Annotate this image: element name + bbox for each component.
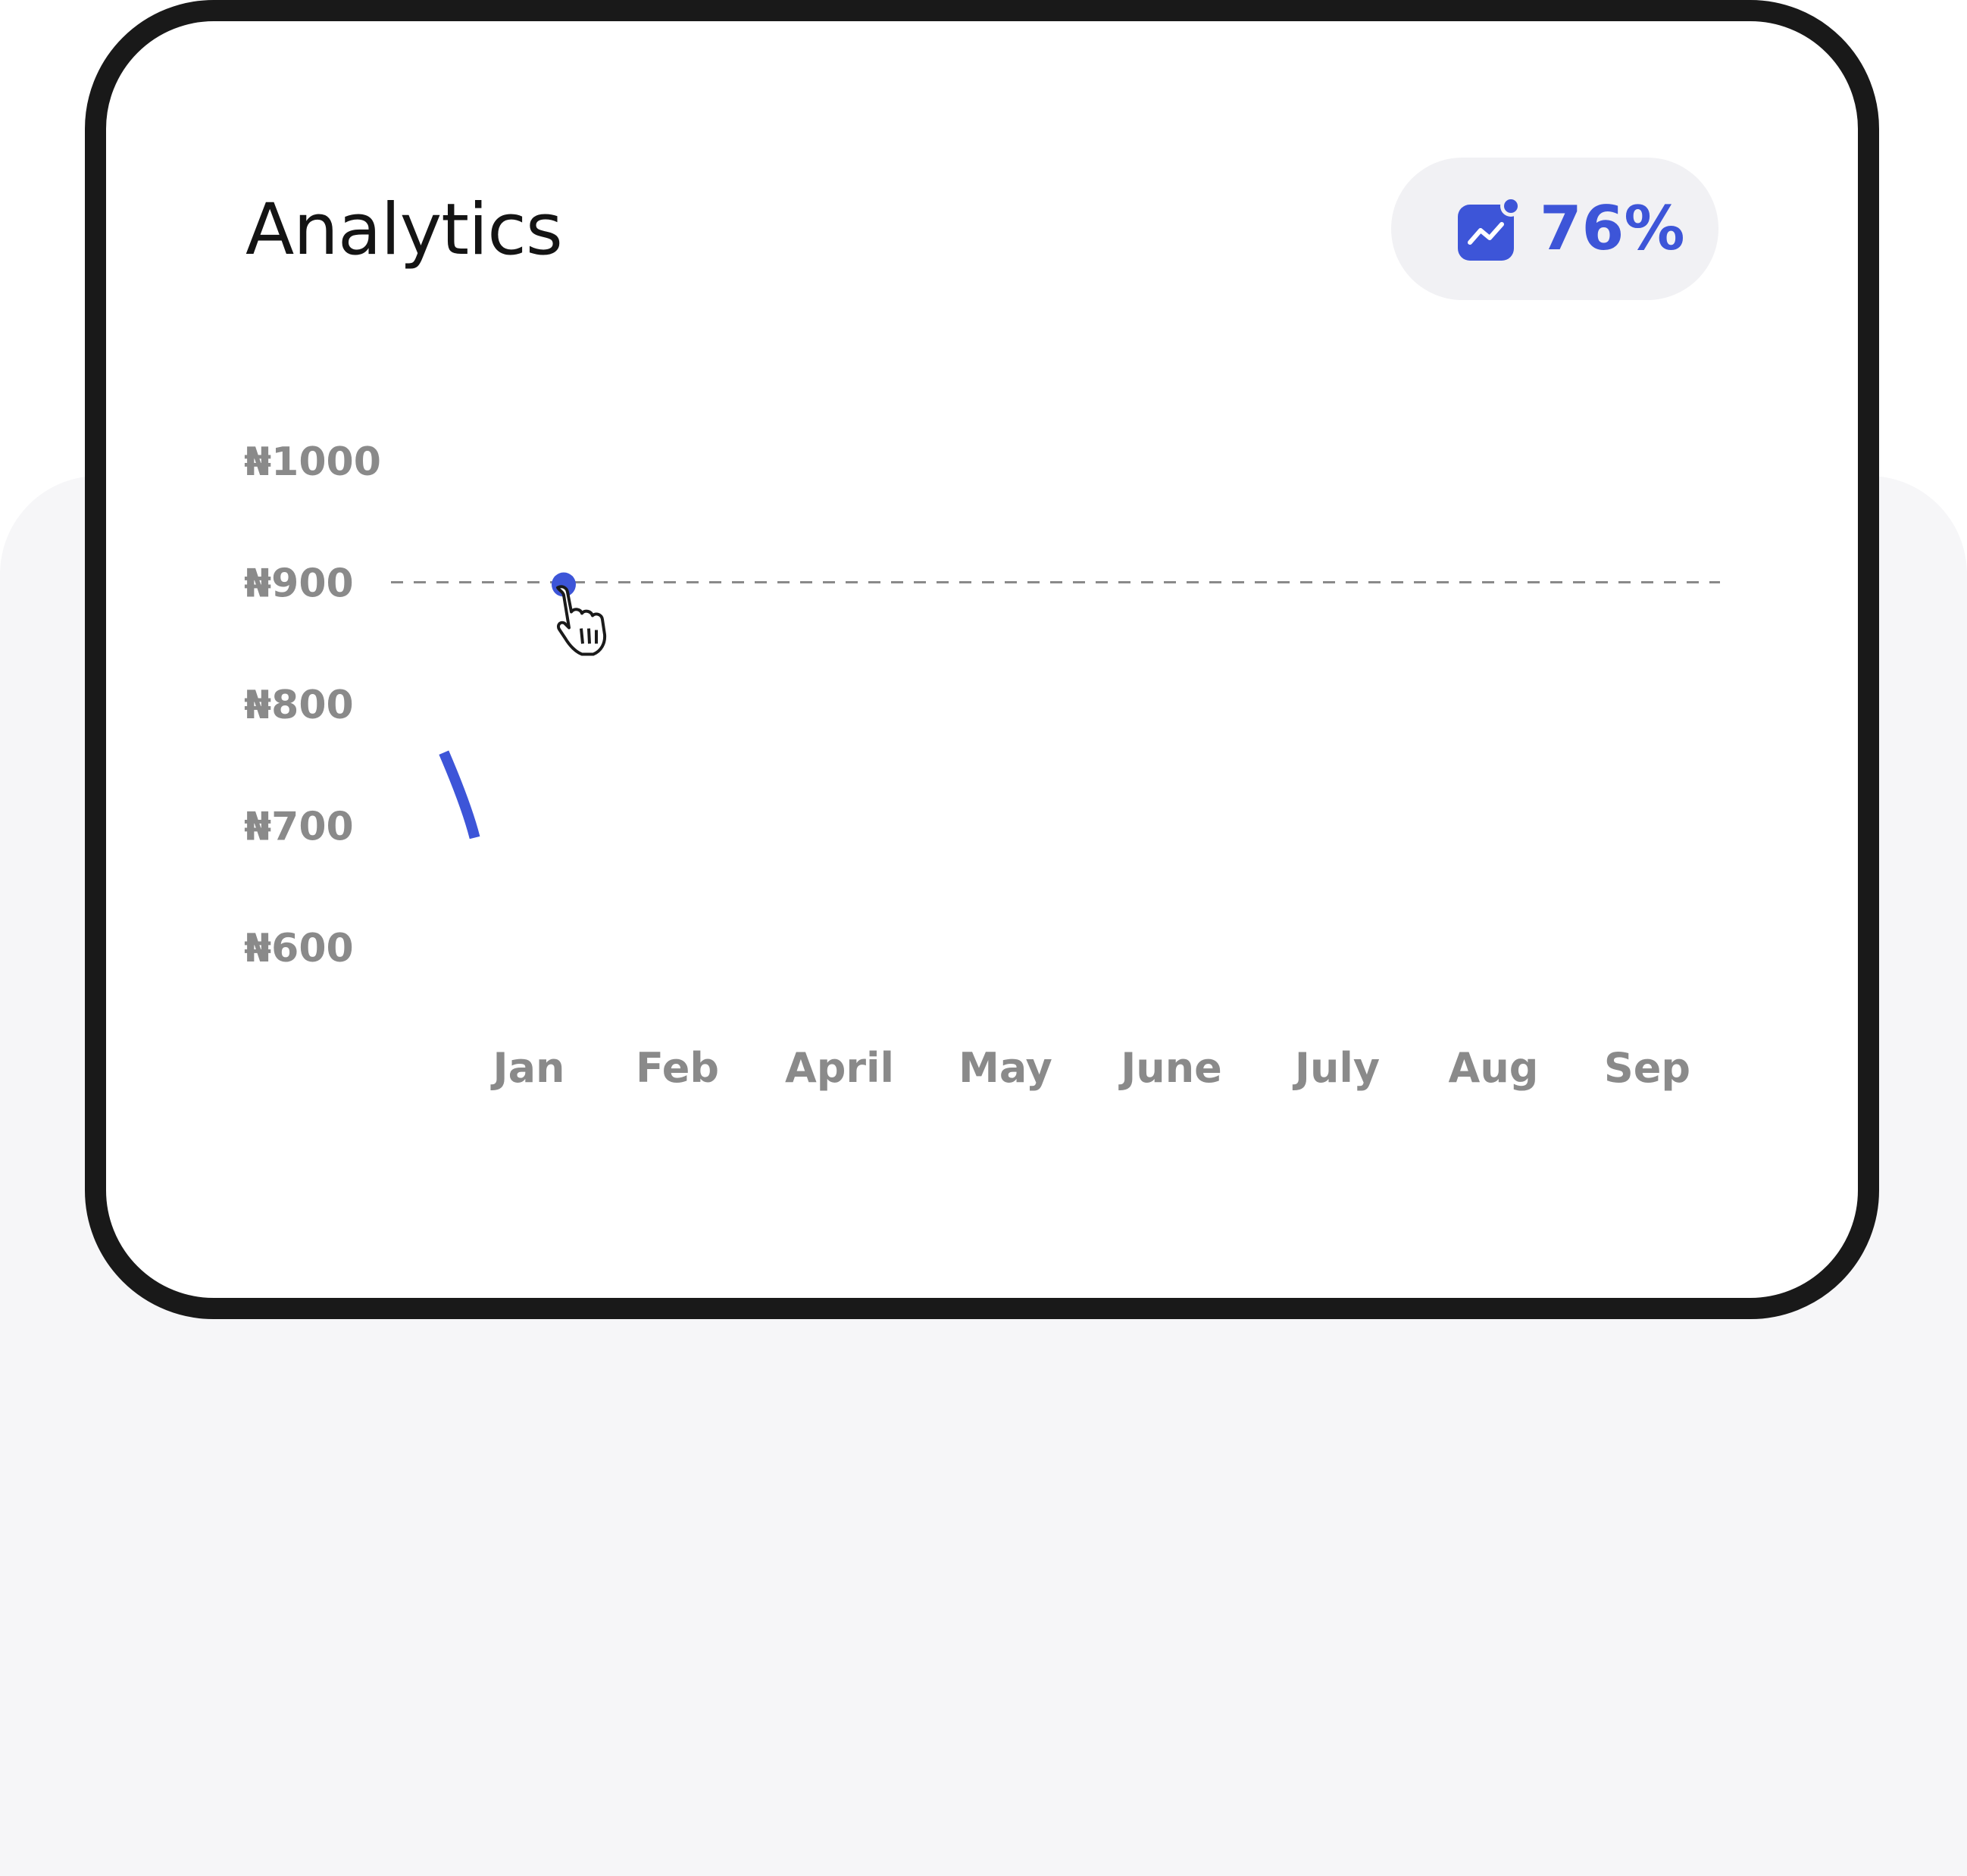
x-tick-label: April (785, 1044, 894, 1092)
y-axis: ₦1000 ₦900 ₦800 ₦700 ₦600 (244, 439, 381, 971)
y-tick-label: ₦800 (244, 683, 354, 728)
x-tick-label: June (1118, 1044, 1222, 1092)
x-tick-label: May (958, 1044, 1052, 1092)
x-tick-label: Feb (636, 1044, 719, 1092)
x-tick-label: Aug (1449, 1044, 1539, 1092)
y-tick-label: ₦1000 (244, 439, 381, 485)
x-axis: Jan Feb April May June July Aug Sep (490, 1044, 1691, 1092)
y-tick-label: ₦900 (244, 561, 354, 607)
x-tick-label: July (1292, 1044, 1380, 1092)
y-tick-label: ₦700 (244, 805, 354, 850)
analytics-line-chart: ₦1000 ₦900 ₦800 ₦700 ₦600 Jan Feb April … (244, 439, 1720, 1092)
x-tick-label: Sep (1604, 1044, 1690, 1092)
hand-cursor-icon (556, 585, 607, 656)
series-line (439, 750, 480, 840)
x-tick-label: Jan (490, 1044, 565, 1092)
y-tick-label: ₦600 (244, 926, 354, 971)
